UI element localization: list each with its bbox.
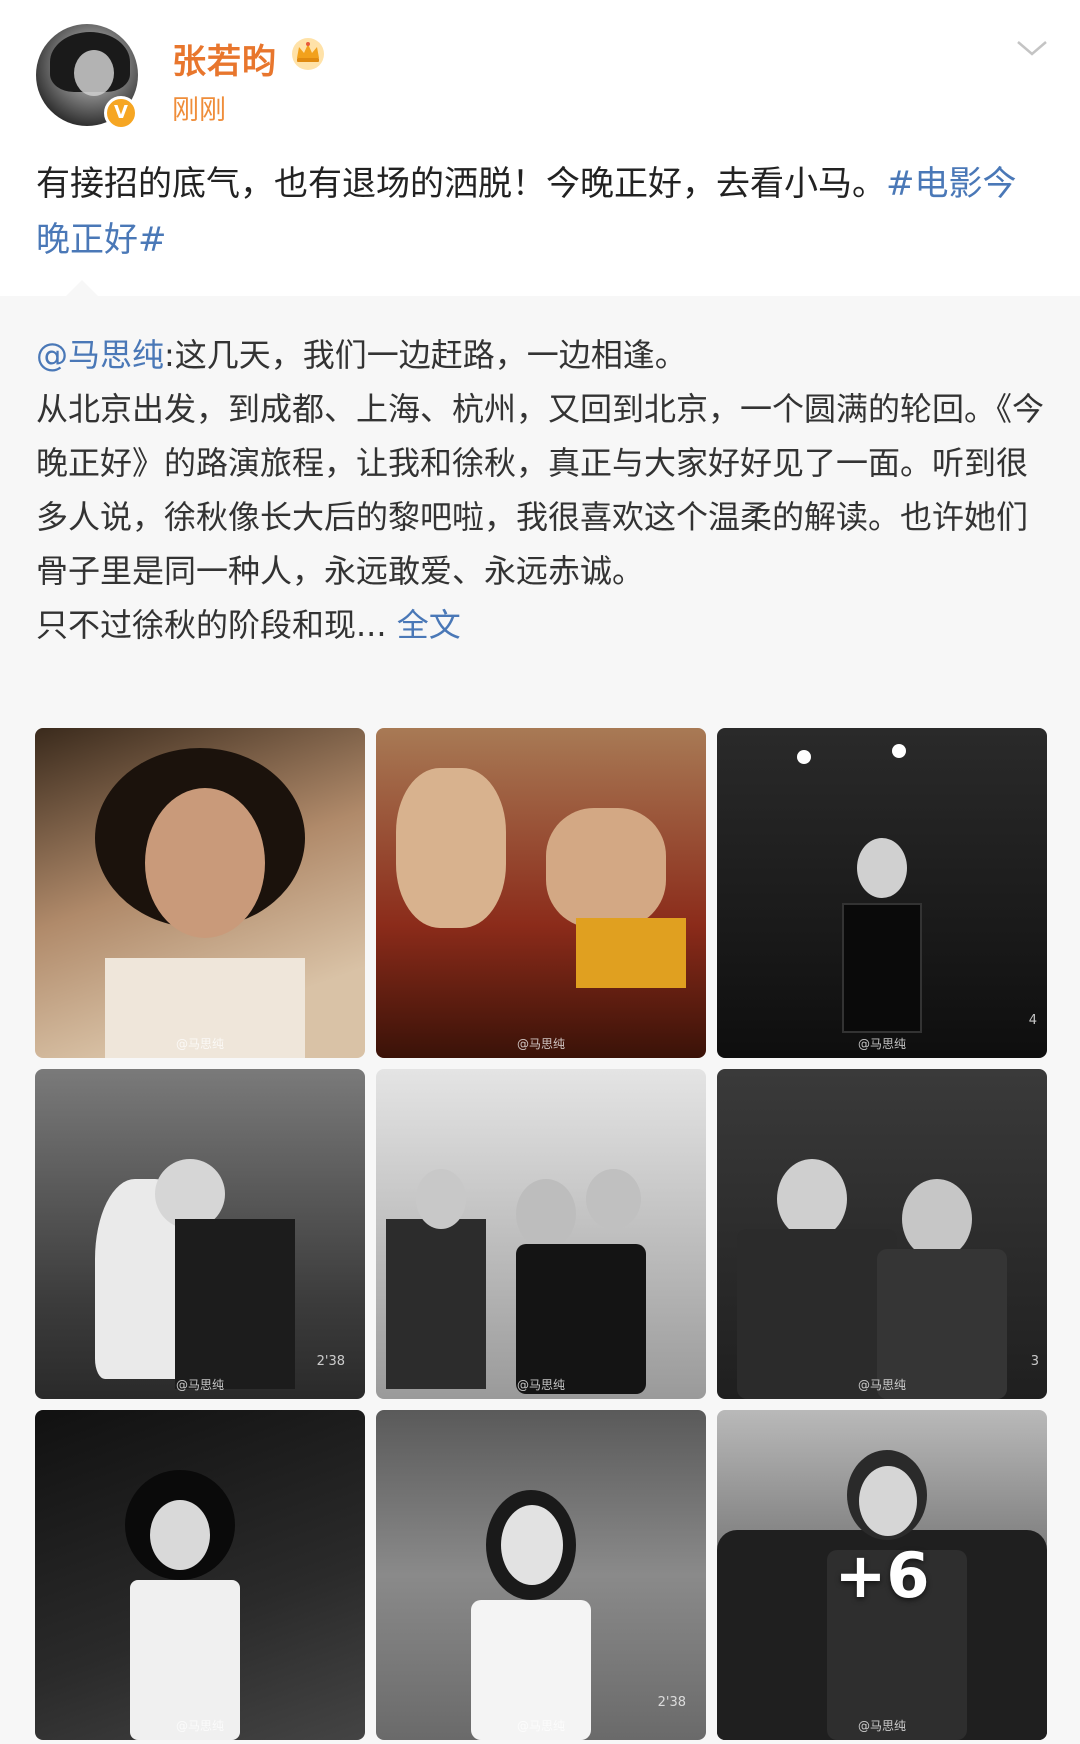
photo-8[interactable]: @马思纯 2'38 — [376, 1410, 706, 1740]
photo-2[interactable]: @马思纯 — [376, 728, 706, 1058]
photo-1[interactable]: @马思纯 — [35, 728, 365, 1058]
photo-5[interactable]: @马思纯 — [376, 1069, 706, 1399]
photo-watermark: @马思纯 — [516, 1378, 566, 1392]
verified-badge-icon: V — [104, 96, 138, 130]
photo-watermark: @马思纯 — [857, 1037, 907, 1051]
photo-6[interactable]: @马思纯 3 — [717, 1069, 1047, 1399]
photo-watermark: @马思纯 — [175, 1719, 225, 1733]
mention-link[interactable]: @马思纯 — [36, 336, 164, 374]
more-images-count[interactable]: +6 — [717, 1410, 1047, 1740]
photo-watermark: @马思纯 — [516, 1719, 566, 1733]
photo-watermark: @马思纯 — [175, 1037, 225, 1051]
repost-line-3: 只不过徐秋的阶段和现... — [36, 606, 387, 644]
username[interactable]: 张若昀 — [172, 34, 277, 83]
repost-body: @马思纯:这几天，我们一边赶路，一边相逢。 从北京出发，到成都、上海、杭州，又回… — [36, 328, 1048, 652]
photo-4[interactable]: @马思纯 2'38 — [35, 1069, 365, 1399]
post-timestamp: 刚刚 — [172, 95, 226, 126]
photo-code: 3 — [1030, 1354, 1039, 1369]
photo-code: 2'38 — [657, 1695, 686, 1710]
photo-watermark: @马思纯 — [175, 1378, 225, 1392]
photo-code: 4 — [1028, 1013, 1037, 1028]
post-card: V 张若昀 刚刚 有接招的底气，也有退场的洒脱！今晚正好，去看小马。#电影今晚正… — [0, 0, 1080, 296]
post-body: 有接招的底气，也有退场的洒脱！今晚正好，去看小马。#电影今晚正好# — [36, 156, 1046, 268]
photo-watermark: @马思纯 — [857, 1378, 907, 1392]
photo-code: 2'38 — [316, 1354, 345, 1369]
full-text-link[interactable]: 全文 — [397, 606, 461, 644]
photo-watermark: @马思纯 — [516, 1037, 566, 1051]
post-text: 有接招的底气，也有退场的洒脱！今晚正好，去看小马。 — [36, 164, 886, 204]
weibo-post-page: V 张若昀 刚刚 有接招的底气，也有退场的洒脱！今晚正好，去看小马。#电影今晚正… — [0, 0, 1080, 1744]
chevron-down-icon[interactable] — [1014, 36, 1050, 60]
photo-9[interactable]: @马思纯 +6 — [717, 1410, 1047, 1740]
crown-icon — [292, 38, 324, 70]
image-grid: @马思纯 @马思纯 @马思纯 4 @马思纯 2'38 @马思纯 @马思纯 3 @… — [35, 728, 1047, 1740]
photo-3[interactable]: @马思纯 4 — [717, 728, 1047, 1058]
repost-line-2: 从北京出发，到成都、上海、杭州，又回到北京，一个圆满的轮回。《今晚正好》的路演旅… — [36, 390, 1045, 590]
repost-line-1: :这几天，我们一边赶路，一边相逢。 — [164, 336, 687, 374]
photo-7[interactable]: @马思纯 — [35, 1410, 365, 1740]
repost-pointer — [64, 280, 100, 298]
